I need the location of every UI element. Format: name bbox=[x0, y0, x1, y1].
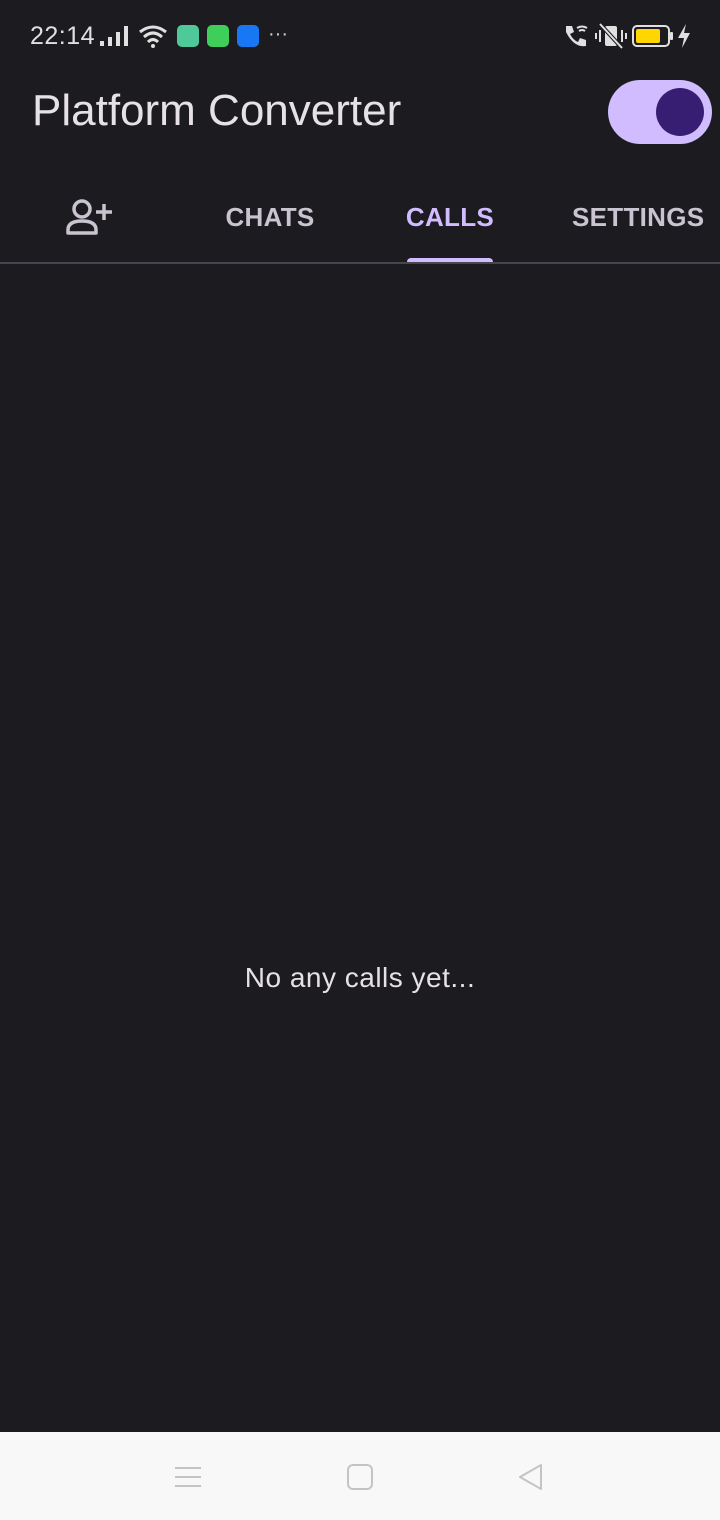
tab-add-contact[interactable] bbox=[40, 172, 140, 262]
app-badge-icon bbox=[177, 25, 199, 47]
more-icon: ··· bbox=[268, 23, 288, 45]
vibrate-off-icon bbox=[595, 22, 627, 50]
tab-calls[interactable]: CALLS bbox=[370, 172, 530, 262]
signal-icon bbox=[100, 26, 128, 46]
theme-toggle[interactable] bbox=[608, 80, 712, 144]
message-badge-icon bbox=[207, 25, 229, 47]
add-person-icon bbox=[66, 199, 112, 235]
back-icon[interactable] bbox=[514, 1460, 548, 1494]
tab-chats[interactable]: CHATS bbox=[190, 172, 350, 262]
toggle-thumb bbox=[656, 88, 704, 136]
status-time: 22:14 bbox=[30, 22, 96, 50]
home-icon[interactable] bbox=[343, 1460, 377, 1494]
battery-icon bbox=[632, 25, 673, 47]
app-title: Platform Converter bbox=[32, 86, 402, 135]
system-nav-bar bbox=[0, 1432, 720, 1520]
usb-badge-icon bbox=[237, 25, 259, 47]
tab-divider bbox=[0, 262, 720, 264]
status-bar: 22:14 ··· bbox=[0, 0, 720, 72]
menu-icon[interactable] bbox=[171, 1460, 205, 1494]
wifi-call-icon bbox=[566, 25, 588, 47]
charging-icon bbox=[678, 24, 690, 48]
tab-settings[interactable]: SETTINGS bbox=[555, 172, 720, 262]
tab-bar: CHATS CALLS SETTINGS bbox=[0, 172, 720, 264]
wifi-icon bbox=[139, 25, 167, 48]
empty-state-message: No any calls yet... bbox=[244, 962, 476, 993]
